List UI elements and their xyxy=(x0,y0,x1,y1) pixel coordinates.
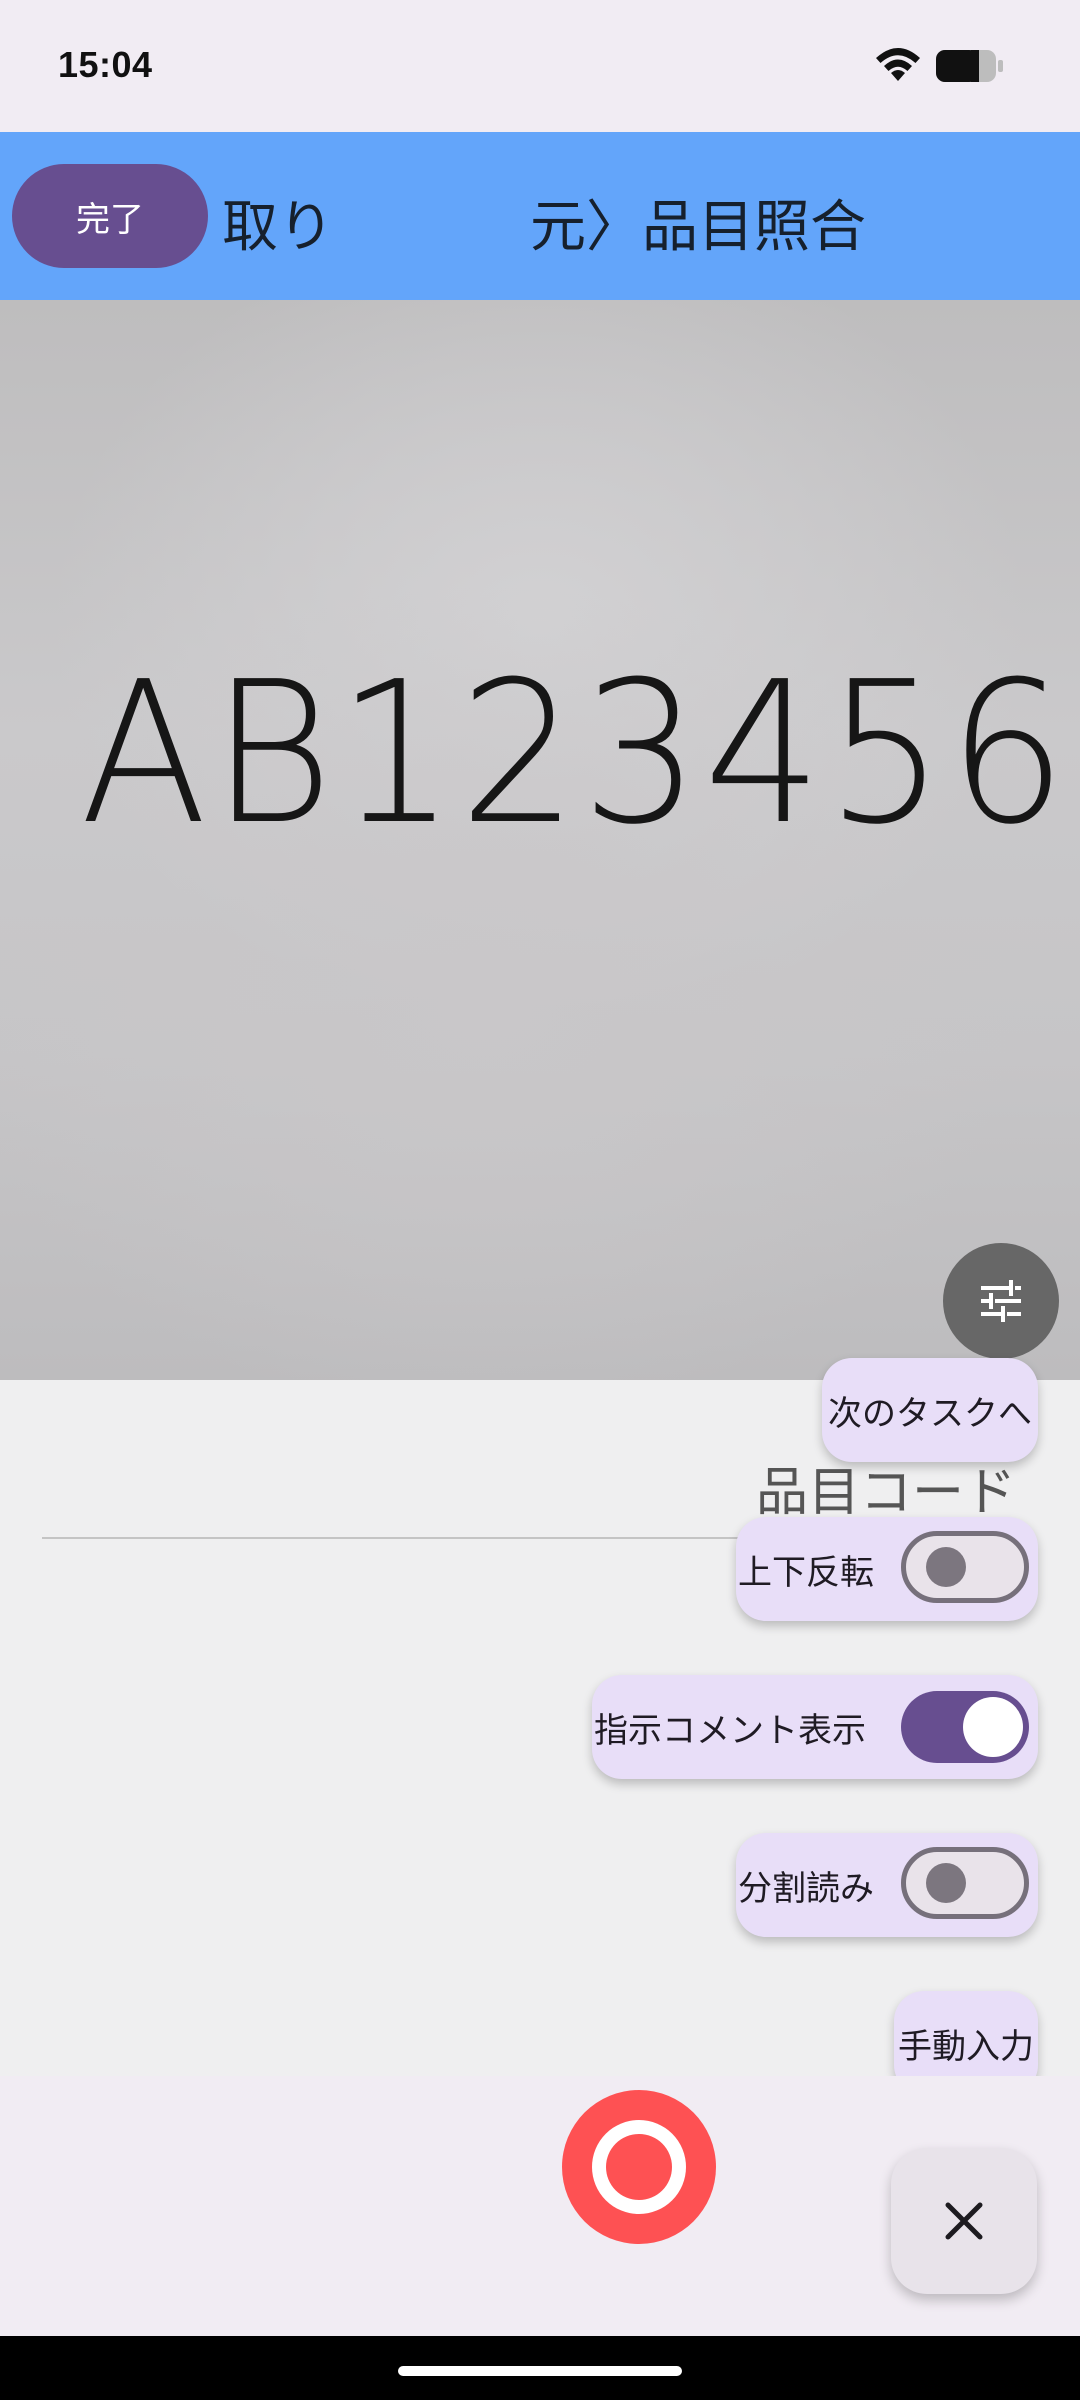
split-read-toggle-knob xyxy=(926,1863,966,1903)
camera-preview: AB123456 xyxy=(0,300,1080,1380)
page-title: 元〉品目照合 xyxy=(530,195,866,260)
shutter-button[interactable] xyxy=(562,2090,716,2244)
split-read-label: 分割読み xyxy=(738,1868,874,1909)
status-bar: 15:04 xyxy=(0,0,1080,132)
battery-icon xyxy=(936,50,1003,82)
close-button[interactable] xyxy=(891,2148,1037,2294)
close-icon xyxy=(945,2202,983,2240)
settings-button[interactable] xyxy=(943,1243,1059,1359)
done-button[interactable]: 完了 xyxy=(12,164,208,268)
camera-recognized-text: AB123456 xyxy=(80,640,1071,868)
next-task-button[interactable]: 次のタスクへ xyxy=(822,1358,1038,1462)
flip-toggle-row[interactable]: 上下反転 xyxy=(736,1517,1038,1621)
sliders-icon xyxy=(981,1280,1021,1322)
next-task-label: 次のタスクへ xyxy=(828,1393,1032,1434)
comment-toggle-knob xyxy=(963,1697,1023,1757)
flip-toggle[interactable] xyxy=(901,1531,1029,1603)
split-read-toggle[interactable] xyxy=(901,1847,1029,1919)
comment-toggle[interactable] xyxy=(901,1691,1029,1763)
flip-toggle-knob xyxy=(926,1547,966,1587)
shutter-icon xyxy=(592,2120,686,2214)
split-read-toggle-row[interactable]: 分割読み xyxy=(736,1833,1038,1937)
manual-input-label: 手動入力 xyxy=(898,2026,1034,2067)
page-title-left: 取り xyxy=(222,195,334,260)
comment-label: 指示コメント表示 xyxy=(594,1710,866,1751)
status-time: 15:04 xyxy=(58,44,153,85)
wifi-icon xyxy=(876,48,920,81)
flip-label: 上下反転 xyxy=(738,1552,874,1593)
shutter-core xyxy=(606,2134,672,2200)
home-indicator[interactable] xyxy=(398,2366,682,2376)
comment-toggle-row[interactable]: 指示コメント表示 xyxy=(592,1675,1038,1779)
